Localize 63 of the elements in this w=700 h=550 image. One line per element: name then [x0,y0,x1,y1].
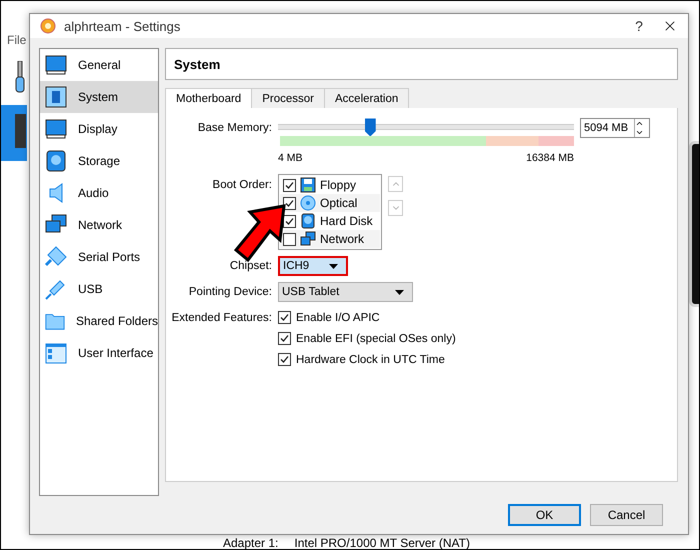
checkbox[interactable] [283,196,296,210]
checkbox[interactable] [283,178,296,192]
slider-thumb[interactable] [364,118,376,136]
field-label: Chipset: [230,259,272,274]
tab[interactable]: Motherboard [165,88,252,108]
sidebar-label: Shared Folders [76,314,158,328]
sidebar-item[interactable]: User Interface [40,337,158,370]
monitor-icon [44,117,68,142]
dialog-button[interactable]: Cancel [590,504,663,526]
chip-icon [44,85,68,110]
memory-spinbox[interactable]: 5094 MB [580,118,650,138]
tab[interactable]: Acceleration [324,88,410,108]
checkbox[interactable] [283,232,296,246]
boot-device[interactable]: Floppy [320,178,356,192]
sidebar-item[interactable]: Network [40,209,158,242]
caret-icon [395,290,404,295]
sidebar-item[interactable]: General [40,49,158,82]
field-label: Pointing Device: [188,285,272,300]
dialog-button[interactable]: OK [508,504,581,526]
checkbox-label[interactable]: Enable EFI (special OSes only) [296,332,456,345]
sidebar-item[interactable]: Serial Ports [40,241,158,274]
disc-icon [300,195,316,212]
field-label: Boot Order: [212,178,272,192]
sidebar-label: Audio [78,186,109,200]
field-label: Base Memory: [198,121,272,136]
section-title: System [165,48,678,80]
caret-icon [329,264,338,269]
chipset-dropdown[interactable]: ICH9 [278,256,348,276]
boot-device[interactable]: Hard Disk [320,214,373,228]
menu-item[interactable]: File [7,33,26,47]
selected-vm-row[interactable] [1,105,27,161]
sidebar-label: Display [78,122,118,136]
checkbox-label[interactable]: Hardware Clock in UTC Time [296,354,445,366]
checkbox[interactable] [283,214,296,228]
sidebar-label: Serial Ports [78,250,140,264]
screwdriver-icon [15,61,25,93]
vm-icon [15,114,26,148]
scale-max: 16384 MB [526,152,574,164]
checkbox[interactable] [278,311,291,324]
network-icon [300,231,316,248]
window-icon [44,341,68,366]
sidebar-label: User Interface [78,346,154,360]
checkbox[interactable] [278,332,291,346]
sidebar-item[interactable]: System [40,81,158,114]
sidebar-label: General [78,58,121,72]
sidebar-item[interactable]: Shared Folders [40,305,158,338]
sidebar-item[interactable]: Display [40,113,158,146]
checkbox[interactable] [278,353,291,366]
monitor-icon [44,53,68,78]
sidebar-label: Storage [78,154,120,168]
sidebar-label: USB [78,282,103,296]
gear-icon [40,18,56,34]
sidebar-label: Network [78,218,122,232]
pointing-device-dropdown[interactable]: USB Tablet [278,282,413,302]
sidebar-item[interactable]: Storage [40,145,158,178]
sidebar-item[interactable]: USB [40,273,158,306]
scale-min: 4 MB [278,152,303,164]
help-button[interactable]: ? [624,18,654,34]
checkbox-label[interactable]: Enable I/O APIC [296,312,380,324]
field-label: Extended Features: [172,311,272,326]
sidebar-label: System [78,90,118,104]
window-title: alphrteam - Settings [64,18,182,34]
sidebar-item[interactable]: Audio [40,177,158,210]
